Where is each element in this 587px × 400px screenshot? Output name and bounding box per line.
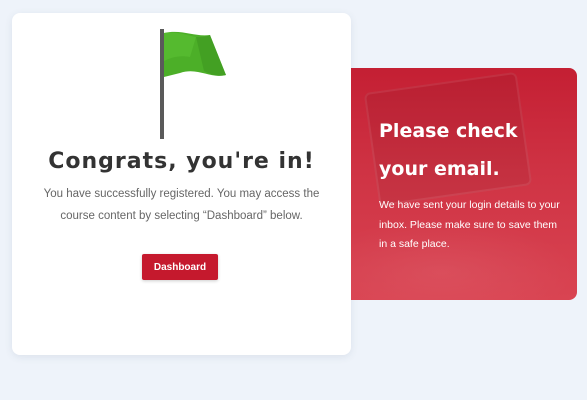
email-notice-heading: Please check your email. xyxy=(379,120,518,180)
flag-icon xyxy=(160,29,226,139)
success-message: You have successfully registered. You ma… xyxy=(43,188,320,222)
email-notice-message: We have sent your login details to your … xyxy=(379,199,560,250)
email-notice-panel: Please check your email. We have sent yo… xyxy=(351,68,577,300)
page-title: Congrats, you're in! xyxy=(48,149,315,174)
dashboard-button[interactable]: Dashboard xyxy=(142,254,218,280)
registration-success-card: Congrats, you're in! You have successful… xyxy=(12,13,351,355)
